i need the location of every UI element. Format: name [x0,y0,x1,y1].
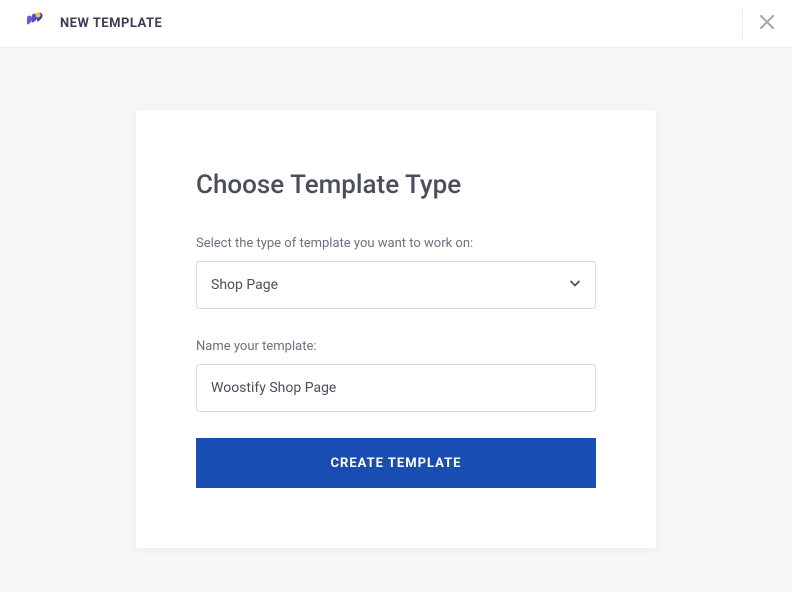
template-type-select[interactable]: Shop Page [196,261,596,309]
header-bar: NEW TEMPLATE [0,0,792,48]
template-name-input[interactable] [196,364,596,412]
name-label: Name your template: [196,339,596,354]
close-button[interactable] [742,9,772,39]
select-value: Shop Page [211,277,278,293]
modal-title: Choose Template Type [196,170,596,200]
header-title: NEW TEMPLATE [60,16,162,31]
header-left: NEW TEMPLATE [20,10,162,38]
app-logo-icon [20,10,48,38]
template-type-select-wrapper: Shop Page [196,261,596,309]
close-icon [759,11,775,36]
create-template-button[interactable]: CREATE TEMPLATE [196,438,596,488]
template-modal: Choose Template Type Select the type of … [136,110,656,548]
select-label: Select the type of template you want to … [196,236,596,251]
modal-overlay: Choose Template Type Select the type of … [0,48,792,548]
